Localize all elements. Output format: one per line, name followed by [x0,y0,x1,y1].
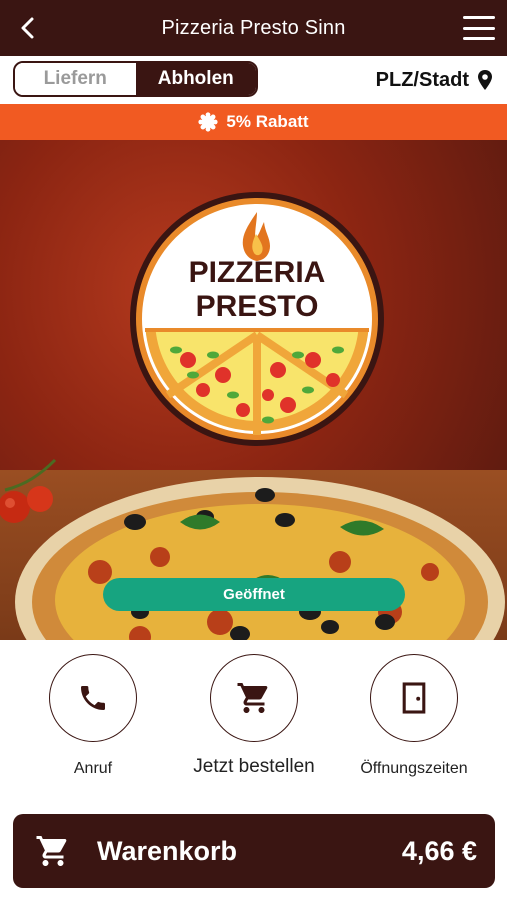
hamburger-menu-icon[interactable] [461,14,497,42]
discount-banner: 5% Rabatt [0,104,507,140]
pizza-image [15,477,505,640]
pizzeria-logo: PIZZERIA PRESTO [130,192,384,446]
hero-banner: PIZZERIA PRESTO Geöffnet [0,140,507,640]
pickup-option[interactable]: Abholen [135,63,256,95]
cart-label: Warenkorb [97,836,238,866]
app-header: Pizzeria Presto Sinn [0,0,507,56]
location-selector[interactable]: PLZ/Stadt [376,66,493,94]
badge-icon [198,112,219,132]
opening-hours-action[interactable]: Öffnungszeiten [334,654,494,778]
shopping-cart-icon [36,836,67,866]
shopping-cart-icon [237,683,268,713]
opening-hours-label: Öffnungszeiten [360,760,468,777]
back-button[interactable] [12,12,44,44]
mode-bar: Liefern Abholen PLZ/Stadt [0,56,507,104]
chevron-left-icon [21,17,34,39]
call-button[interactable] [49,654,137,742]
logo-line-2: PRESTO [196,290,319,323]
open-status-button[interactable]: Geöffnet [103,578,405,611]
order-action[interactable]: Jetzt bestellen [174,654,334,778]
order-label: Jetzt bestellen [193,756,315,777]
delivery-mode-toggle: Liefern Abholen [13,61,258,97]
call-label: Anruf [73,760,113,777]
opening-hours-button[interactable] [370,654,458,742]
door-icon [402,682,426,714]
cart-bar[interactable]: Warenkorb 4,66 € [13,814,495,888]
map-pin-icon [478,70,492,90]
cart-total: 4,66 € [401,836,477,866]
location-label: PLZ/Stadt [375,68,469,91]
phone-icon [81,686,105,710]
call-action[interactable]: Anruf [13,654,173,778]
logo-line-1: PIZZERIA [189,256,326,289]
quick-actions: Anruf Jetzt bestellen Öffnungszeiten [0,640,507,805]
deliver-option[interactable]: Liefern [15,63,136,95]
discount-text: 5% Rabatt [226,112,309,131]
order-button[interactable] [210,654,298,742]
page-title: Pizzeria Presto Sinn [161,16,346,39]
